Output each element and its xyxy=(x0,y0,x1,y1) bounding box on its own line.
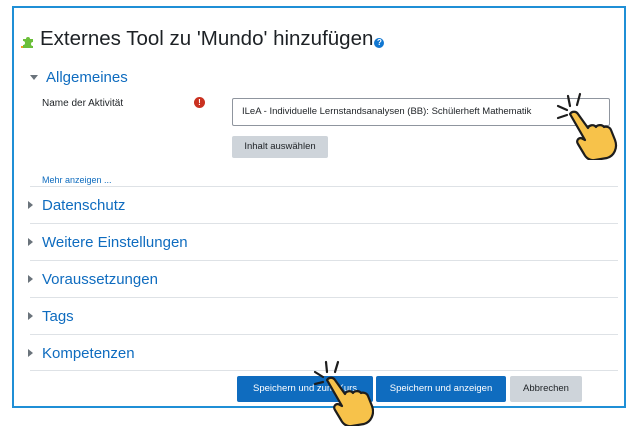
section-general-title: Allgemeines xyxy=(46,69,128,86)
section-tags-toggle[interactable]: Tags xyxy=(28,298,74,334)
section-general-toggle[interactable]: Allgemeines xyxy=(30,69,128,86)
activity-name-label: Name der Aktivität xyxy=(42,98,124,109)
chevron-right-icon xyxy=(28,349,33,357)
divider xyxy=(30,297,618,298)
pointing-hand-icon xyxy=(556,92,618,160)
section-privacy-toggle[interactable]: Datenschutz xyxy=(28,187,125,223)
cancel-button[interactable]: Abbrechen xyxy=(510,376,582,402)
chevron-down-icon xyxy=(30,75,38,80)
select-content-button[interactable]: Inhalt auswählen xyxy=(232,136,328,158)
chevron-right-icon xyxy=(28,312,33,320)
section-competencies-title: Kompetenzen xyxy=(42,344,135,362)
chevron-right-icon xyxy=(28,201,33,209)
pointing-hand-icon xyxy=(313,360,374,426)
page-title: Externes Tool zu 'Mundo' hinzufügen xyxy=(40,27,374,50)
puzzle-icon xyxy=(21,37,33,48)
section-tags-title: Tags xyxy=(42,307,74,325)
save-and-display-button[interactable]: Speichern und anzeigen xyxy=(376,376,506,402)
section-prerequisites-title: Voraussetzungen xyxy=(42,270,158,288)
section-competencies-toggle[interactable]: Kompetenzen xyxy=(28,335,135,371)
page-header: Externes Tool zu 'Mundo' hinzufügen ? xyxy=(20,24,385,54)
required-icon: ! xyxy=(194,97,205,108)
chevron-right-icon xyxy=(28,238,33,246)
help-icon[interactable]: ? xyxy=(374,38,385,48)
activity-name-input[interactable]: ILeA - Individuelle Lernstandsanalysen (… xyxy=(232,98,610,126)
section-more-settings-toggle[interactable]: Weitere Einstellungen xyxy=(28,224,188,260)
chevron-right-icon xyxy=(28,275,33,283)
section-privacy-title: Datenschutz xyxy=(42,196,126,214)
section-prerequisites-toggle[interactable]: Voraussetzungen xyxy=(28,261,158,297)
section-more-settings-title: Weitere Einstellungen xyxy=(42,233,188,251)
show-more-link[interactable]: Mehr anzeigen ... xyxy=(42,175,112,185)
